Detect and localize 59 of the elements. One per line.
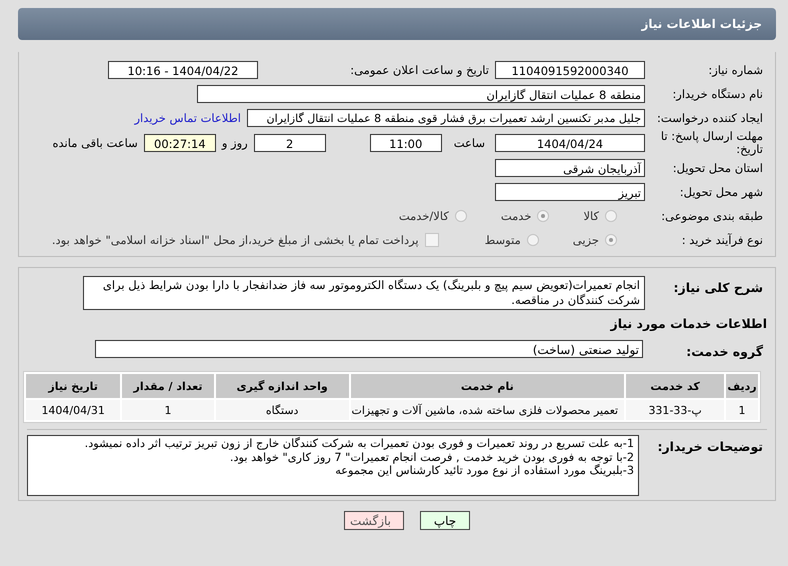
checkbox-label: پرداخت تمام یا بخشی از مبلغ خرید،از محل "اسناد خزانه اسلامی" خواهد بود. [52, 233, 419, 247]
checkbox[interactable] [424, 233, 439, 247]
note-line: 2-با توجه به فوری بودن خرید خدمت , فرصت انجام تعمیرات" 7 روز کاری" خواهد بود. [228, 450, 634, 464]
requester-field: جلیل مدبر تکنسین ارشد تعمیرات برق فشار قوی منطقه 8 عملیات انتقال گازایران [247, 109, 645, 127]
column-header: واحد اندازه گیری [216, 374, 349, 398]
field-label: تاریخ و ساعت اعلان عمومی: [349, 63, 489, 77]
radio-label: متوسط [484, 233, 521, 247]
table-cell: دستگاه [216, 400, 349, 420]
field-label: طبقه بندی موضوعی: [660, 209, 764, 223]
table-cell: 1 [726, 400, 758, 420]
radio-button[interactable] [537, 210, 550, 222]
field-label: نام دستگاه خریدار: [671, 87, 764, 101]
field-label: استان محل تحویل: [672, 161, 764, 175]
buyer-field: منطقه 8 عملیات انتقال گازایران [197, 85, 645, 103]
field-label: ایجاد کننده درخواست: [656, 111, 764, 125]
column-header: کد خدمت [626, 374, 724, 398]
back-button[interactable]: بازگشت [344, 511, 404, 530]
radio-label: جزیی [572, 233, 599, 247]
province-field: آذربایجان شرقی [495, 159, 645, 177]
field-label: شهر محل تحویل: [678, 185, 764, 199]
radio-button[interactable] [454, 210, 467, 222]
section-title: اطلاعات خدمات مورد نیاز [609, 316, 767, 331]
radio-label: کالا [583, 209, 599, 223]
note-line: 1-به علت تسریع در روند تعمیرات و فوری بودن تعمیرات به شرکت کنندگان خارج از زون تبریز ترتیب اثر داده نمیشود. [84, 437, 634, 450]
note-line: 3-بلبرینگ مورد استفاده از نوع مورد تائید کارشناس این مجموعه [334, 464, 634, 478]
remaining-label: ساعت باقی مانده [52, 136, 138, 150]
table-cell: تعمیر محصولات فلزی ساخته شده، ماشین آلات و تجهیزات [350, 400, 624, 420]
radio-label: خدمت [500, 209, 532, 223]
radio-button[interactable] [605, 234, 617, 246]
city-field: تبریز [495, 183, 645, 201]
print-button[interactable]: چاپ [420, 511, 470, 530]
field-label: نوع فرآیند خرید : [680, 233, 764, 247]
days-field: 2 [254, 134, 326, 152]
field-label: شرح کلی نیاز: [672, 279, 764, 295]
field-label: گروه خدمت: [685, 342, 764, 358]
deadline-time-field: 11:00 [370, 134, 442, 152]
field-label: توضیحات خریدار: [656, 438, 764, 454]
field-label: مهلت ارسال پاسخ: تا تاریخ: [660, 130, 764, 156]
table-cell: 1404/04/31 [26, 400, 120, 420]
buyer-contact-link[interactable]: اطلاعات تماس خریدار [134, 111, 241, 125]
time-label: ساعت [454, 136, 485, 150]
announce-date-field: 1404/04/22 - 10:16 [108, 61, 258, 79]
column-header: تعداد / مقدار [122, 374, 214, 398]
need-number-field: 1104091592000340 [495, 61, 645, 79]
column-header: ردیف [726, 374, 758, 398]
field-label: شماره نیاز: [707, 63, 764, 77]
page-title: جزئیات اطلاعات نیاز [641, 17, 762, 31]
deadline-date-field: 1404/04/24 [495, 134, 645, 152]
radio-button[interactable] [605, 210, 617, 222]
radio-label: کالا/خدمت [398, 209, 449, 223]
service-group-field: تولید صنعتی (ساخت) [95, 340, 643, 358]
table-cell: 1 [122, 400, 214, 420]
days-label: روز و [222, 136, 248, 150]
remaining-time-field: 00:27:14 [144, 134, 216, 152]
column-header: تاریخ نیاز [26, 374, 120, 398]
table-cell: پ-33-331 [626, 400, 724, 420]
column-header: نام خدمت [350, 374, 624, 398]
description-box: انجام تعمیرات(تعویض سیم پیچ و بلبرینگ) یک دستگاه الکتروموتور سه فاز ضدانفجار با دارا بودن شرایط ذیل برای شرکت کنندگان در مناقصه. [83, 276, 645, 310]
radio-button[interactable] [526, 234, 539, 246]
